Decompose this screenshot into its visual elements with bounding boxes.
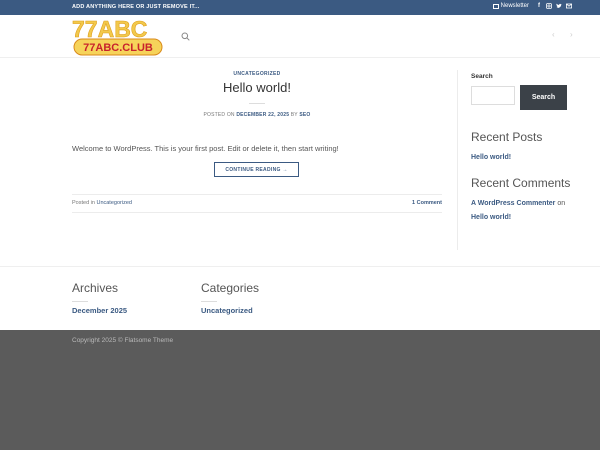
post-excerpt: Welcome to WordPress. This is your first… bbox=[72, 144, 339, 153]
comment-post-link[interactable]: Hello world! bbox=[471, 214, 511, 221]
logo-text-bottom: 77ABC.CLUB bbox=[83, 42, 153, 54]
comment-on: on bbox=[555, 200, 566, 207]
categories-divider bbox=[201, 301, 217, 302]
chevron-right-icon[interactable]: › bbox=[570, 30, 573, 39]
sidebar-divider bbox=[457, 70, 458, 250]
email-icon[interactable] bbox=[566, 3, 572, 9]
post-category[interactable]: UNCATEGORIZED bbox=[72, 71, 442, 77]
recent-comments-title: Recent Comments bbox=[471, 176, 571, 190]
top-bar-message: ADD ANYTHING HERE OR JUST REMOVE IT... bbox=[72, 4, 200, 10]
envelope-icon bbox=[492, 3, 499, 9]
post-meta: POSTED ON DECEMBER 22, 2025 BY SEO bbox=[72, 112, 442, 118]
newsletter-label: Newsletter bbox=[500, 3, 529, 9]
search-button[interactable]: Search bbox=[520, 85, 567, 110]
comments-link[interactable]: 1 Comment bbox=[412, 200, 442, 206]
post-footer-divider bbox=[72, 194, 442, 195]
category-link[interactable]: Uncategorized bbox=[201, 306, 259, 315]
absolute-footer: Copyright 2025 © Flatsome Theme bbox=[0, 330, 600, 450]
logo-text-top: 77ABC bbox=[72, 16, 147, 42]
continue-reading-button[interactable]: CONTINUE READING → bbox=[214, 162, 299, 177]
site-logo[interactable]: 77ABC 77ABC.CLUB bbox=[71, 15, 165, 57]
categories-widget: Categories Uncategorized bbox=[201, 281, 259, 315]
post-title[interactable]: Hello world! bbox=[72, 80, 442, 95]
meta-author-link[interactable]: SEO bbox=[299, 112, 310, 118]
posted-in: Posted in Uncategorized bbox=[72, 200, 132, 206]
archives-divider bbox=[72, 301, 88, 302]
archive-link[interactable]: December 2025 bbox=[72, 306, 127, 315]
archives-title: Archives bbox=[72, 281, 119, 295]
copyright-text: Copyright 2025 © Flatsome Theme bbox=[72, 337, 174, 344]
categories-title: Categories bbox=[201, 281, 260, 295]
post-bottom-divider bbox=[72, 212, 442, 213]
top-bar-right: Newsletter f bbox=[492, 3, 572, 9]
search-widget-label: Search bbox=[471, 73, 493, 80]
footer-widgets: Archives December 2025 Categories Uncate… bbox=[0, 266, 600, 330]
meta-date-link[interactable]: DECEMBER 22, 2025 bbox=[236, 112, 289, 118]
meta-prefix: POSTED ON bbox=[203, 112, 237, 118]
instagram-icon[interactable] bbox=[546, 3, 552, 9]
recent-comment: A WordPress Commenter on bbox=[471, 200, 565, 207]
recent-post-link[interactable]: Hello world! bbox=[471, 154, 511, 161]
search-input[interactable] bbox=[471, 86, 515, 105]
site-header: 77ABC 77ABC.CLUB ‹ › bbox=[0, 15, 600, 58]
posted-in-category-link[interactable]: Uncategorized bbox=[96, 200, 131, 206]
twitter-icon[interactable] bbox=[556, 3, 562, 9]
facebook-icon[interactable]: f bbox=[536, 3, 542, 9]
chevron-left-icon[interactable]: ‹ bbox=[552, 30, 555, 39]
title-divider bbox=[249, 103, 265, 104]
meta-by: BY bbox=[289, 112, 300, 118]
top-bar: ADD ANYTHING HERE OR JUST REMOVE IT... N… bbox=[0, 0, 600, 15]
search-icon[interactable] bbox=[181, 32, 190, 41]
posted-in-prefix: Posted in bbox=[72, 200, 97, 206]
archives-widget: Archives December 2025 bbox=[72, 281, 127, 315]
recent-posts-title: Recent Posts bbox=[471, 130, 543, 144]
newsletter-link[interactable]: Newsletter bbox=[492, 3, 529, 9]
commenter-link[interactable]: A WordPress Commenter bbox=[471, 200, 555, 207]
